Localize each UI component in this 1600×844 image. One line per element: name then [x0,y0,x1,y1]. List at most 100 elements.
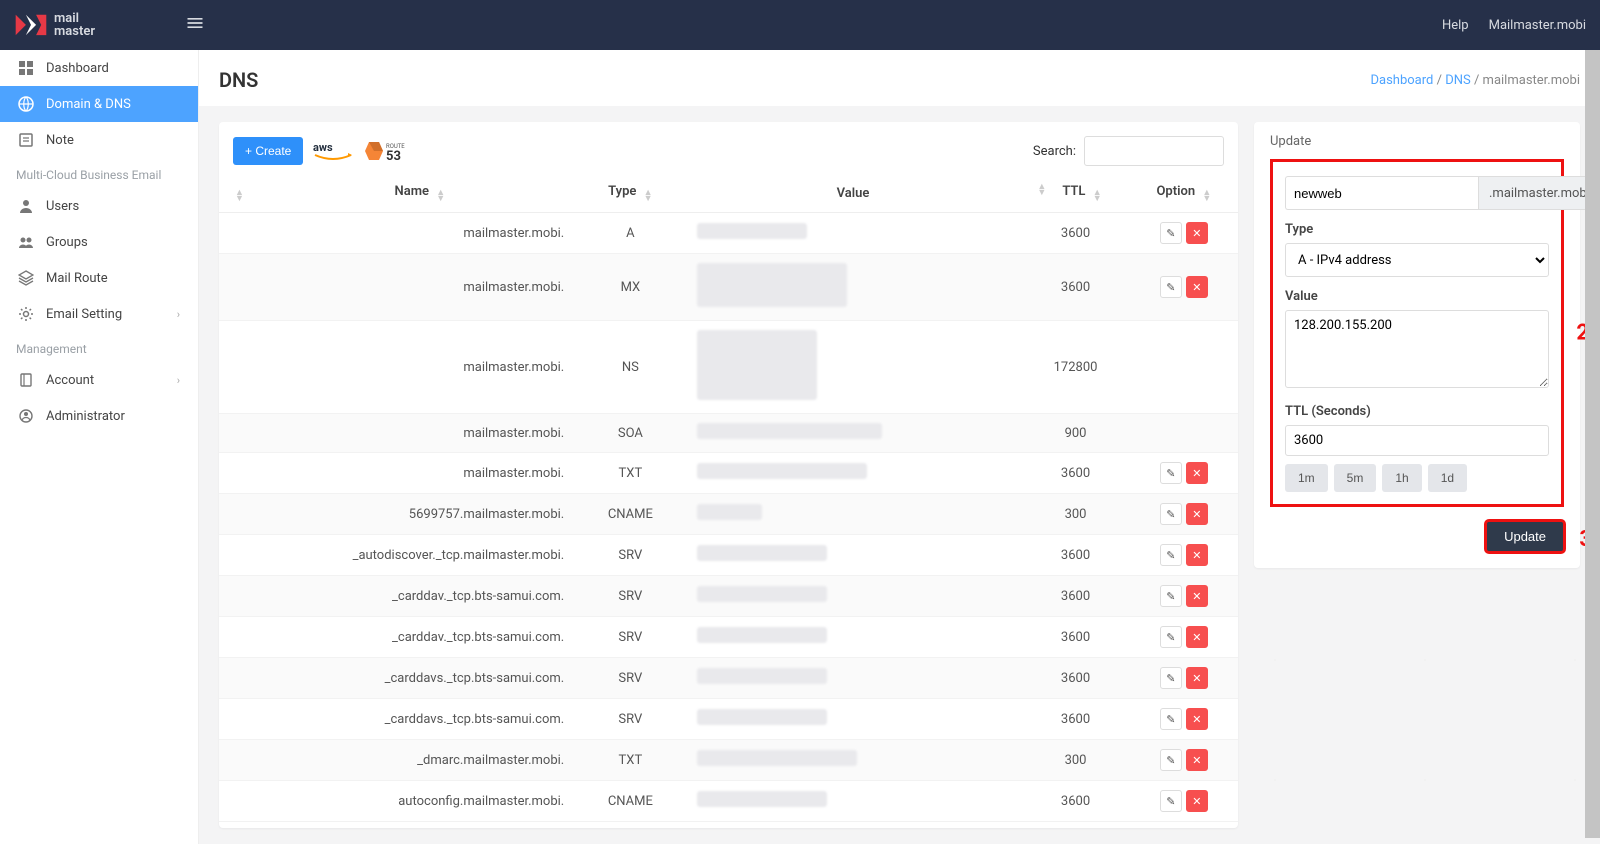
cell-ttl: 900 [1021,414,1129,453]
sidebar-item-domain-dns[interactable]: Domain & DNS [0,86,198,122]
group-icon [18,234,34,250]
cell-ttl: 3600 [1021,213,1129,254]
globe-icon [18,96,34,112]
book-icon [18,372,34,388]
cell-type: CNAME [576,781,684,822]
ttl-preset-5m[interactable]: 5m [1334,464,1377,492]
value-label: Value [1285,289,1549,304]
menu-toggle-icon[interactable] [185,13,205,37]
col-expand[interactable]: ▲▼ [219,174,263,213]
cell-option: ✎✕ [1130,576,1238,617]
chevron-right-icon: › [177,374,180,387]
create-button[interactable]: + Create [233,137,303,165]
sidebar-item-mailroute[interactable]: Mail Route [0,260,198,296]
delete-button[interactable]: ✕ [1186,708,1208,730]
sidebar-item-account[interactable]: Account › [0,362,198,398]
cell-type: SRV [576,658,684,699]
cell-value [685,576,1022,617]
site-link[interactable]: Mailmaster.mobi [1489,18,1586,33]
form-highlight-box: 2 .mailmaster.mobi. Type A - IPv4 addres… [1270,159,1564,507]
domain-suffix: .mailmaster.mobi. [1478,176,1600,210]
breadcrumb-dashboard[interactable]: Dashboard [1370,73,1433,88]
ttl-label: TTL (Seconds) [1285,404,1549,419]
cell-type: TXT [576,453,684,494]
delete-button[interactable]: ✕ [1186,503,1208,525]
help-link[interactable]: Help [1442,18,1469,33]
col-value[interactable]: Value [685,174,1022,213]
sidebar-item-dashboard[interactable]: Dashboard [0,50,198,86]
edit-button[interactable]: ✎ [1160,462,1182,484]
cell-value [685,781,1022,822]
edit-button[interactable]: ✎ [1160,626,1182,648]
delete-button[interactable]: ✕ [1186,462,1208,484]
sidebar-item-groups[interactable]: Groups [0,224,198,260]
table-row: autoconfig.mailmaster.mobi.CNAME3600✎✕ [219,781,1238,822]
cell-option [1130,414,1238,453]
edit-button[interactable]: ✎ [1160,222,1182,244]
ttl-preset-1d[interactable]: 1d [1428,464,1467,492]
table-row: mailmaster.mobi.MX3600✎✕ [219,254,1238,321]
sidebar-item-label: Groups [46,235,88,250]
brand-logo: mailmaster [14,12,95,38]
sidebar-item-label: Users [46,199,79,214]
table-row: _carddavs._tcp.bts-samui.com.SRV3600✎✕ [219,699,1238,740]
edit-button[interactable]: ✎ [1160,585,1182,607]
cell-value [685,414,1022,453]
svg-text:53: 53 [386,149,401,164]
edit-button[interactable]: ✎ [1160,503,1182,525]
edit-button[interactable]: ✎ [1160,749,1182,771]
sidebar-item-label: Email Setting [46,307,122,322]
edit-button[interactable]: ✎ [1160,790,1182,812]
cell-value [685,535,1022,576]
page-scrollbar[interactable] [1585,50,1600,838]
record-type-select[interactable]: A - IPv4 address [1285,243,1549,277]
sidebar-item-users[interactable]: Users [0,188,198,224]
ttl-preset-1h[interactable]: 1h [1382,464,1421,492]
edit-button[interactable]: ✎ [1160,708,1182,730]
ttl-preset-1m[interactable]: 1m [1285,464,1328,492]
col-name[interactable]: Name ▲▼ [263,174,576,213]
table-row: _carddavs._tcp.bts-samui.com.SRV3600✎✕ [219,658,1238,699]
col-type[interactable]: Type ▲▼ [576,174,684,213]
search-input[interactable] [1084,136,1224,166]
delete-button[interactable]: ✕ [1186,276,1208,298]
sidebar-item-emailsetting[interactable]: Email Setting › [0,296,198,332]
cell-value [685,658,1022,699]
edit-button[interactable]: ✎ [1160,544,1182,566]
cell-name: mailmaster.mobi. [263,254,576,321]
cell-type: SRV [576,617,684,658]
ttl-input[interactable] [1285,425,1549,456]
table-row: mailmaster.mobi.TXT3600✎✕ [219,453,1238,494]
sidebar-item-note[interactable]: Note [0,122,198,158]
cell-ttl: 3600 [1021,535,1129,576]
update-panel: Update 2 .mailmaster.mobi. Type [1254,122,1580,568]
delete-button[interactable]: ✕ [1186,790,1208,812]
sidebar-item-label: Note [46,133,74,148]
delete-button[interactable]: ✕ [1186,667,1208,689]
cell-name: _carddav._tcp.bts-samui.com. [263,617,576,658]
cell-option: ✎✕ [1130,254,1238,321]
cell-type: SRV [576,699,684,740]
delete-button[interactable]: ✕ [1186,544,1208,566]
edit-button[interactable]: ✎ [1160,276,1182,298]
table-row: _carddav._tcp.bts-samui.com.SRV3600✎✕ [219,617,1238,658]
delete-button[interactable]: ✕ [1186,585,1208,607]
sidebar-item-administrator[interactable]: Administrator [0,398,198,434]
breadcrumb-dns[interactable]: DNS [1445,73,1471,88]
record-name-input[interactable] [1285,176,1478,210]
cell-ttl: 3600 [1021,254,1129,321]
table-row: mailmaster.mobi.SOA900 [219,414,1238,453]
update-button[interactable]: Update [1486,521,1564,552]
edit-button[interactable]: ✎ [1160,667,1182,689]
cell-option: ✎✕ [1130,699,1238,740]
delete-button[interactable]: ✕ [1186,222,1208,244]
dns-table: ▲▼ Name ▲▼ Type ▲▼ Value ▲▼TTL ▲▼ Option… [219,174,1238,822]
record-value-textarea[interactable]: 128.200.155.200 [1285,310,1549,388]
sidebar-item-label: Domain & DNS [46,97,131,112]
cell-value [685,699,1022,740]
page-title: DNS [219,68,258,92]
delete-button[interactable]: ✕ [1186,749,1208,771]
delete-button[interactable]: ✕ [1186,626,1208,648]
route53-logo-icon: ROUTE53 [363,137,419,165]
col-ttl[interactable]: ▲▼TTL ▲▼ [1021,174,1129,213]
